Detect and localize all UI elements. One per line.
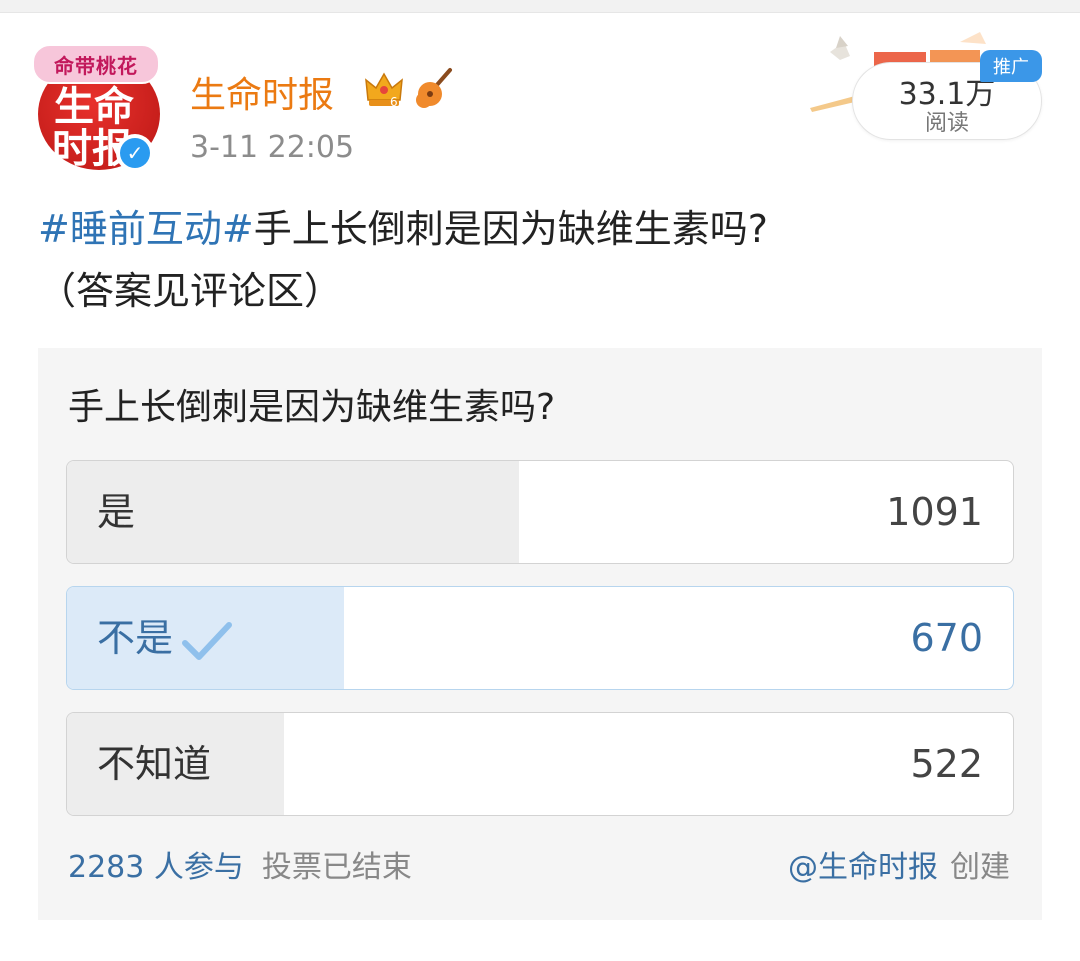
guitar-icon[interactable] (414, 66, 454, 110)
poll-option-label: 是 (97, 490, 136, 534)
poll-option-label: 不知道 (97, 742, 212, 786)
post-timestamp: 3-11 22:05 (190, 130, 355, 165)
top-divider (0, 0, 1080, 13)
poll-option-label: 不是 (97, 587, 233, 689)
poll-creator-link[interactable]: @生命时报 (788, 850, 938, 885)
poll-option-no[interactable]: 不是 670 (66, 586, 1014, 690)
post-body-note: （答案见评论区） (38, 269, 343, 313)
poll-footer-left: 2283 人参与 投票已结束 (68, 842, 412, 886)
post-body-text: 手上长倒刺是因为缺维生素吗? (253, 207, 768, 251)
crown-icon[interactable]: 6 (364, 70, 404, 108)
ad-tag[interactable]: 推广 (980, 50, 1042, 82)
poll-option-count: 522 (910, 742, 983, 786)
hashtag-link[interactable]: #睡前互动# (38, 207, 254, 251)
poll-card: 手上长倒刺是因为缺维生素吗? 是 1091 不是 670 不知道 522 228… (38, 348, 1042, 920)
post-body: #睡前互动#手上长倒刺是因为缺维生素吗? （答案见评论区） (38, 198, 1038, 322)
read-label: 阅读 (924, 111, 969, 136)
poll-footer-right: @生命时报 创建 (788, 842, 1010, 886)
poll-option-yes[interactable]: 是 1091 (66, 460, 1014, 564)
poll-option-count: 670 (910, 616, 983, 660)
poll-participants[interactable]: 2283 人参与 (68, 850, 244, 885)
poll-option-unknown[interactable]: 不知道 522 (66, 712, 1014, 816)
poll-created-label: 创建 (950, 850, 1010, 885)
svg-text:6: 6 (390, 95, 398, 108)
author-name[interactable]: 生命时报 (190, 66, 334, 118)
checkmark-icon (182, 621, 233, 660)
poll-option-count: 1091 (886, 490, 983, 534)
poll-status: 投票已结束 (261, 850, 412, 885)
poll-question: 手上长倒刺是因为缺维生素吗? (68, 387, 556, 428)
verified-badge-icon: ✓ (116, 134, 154, 172)
poll-option-label-text: 不是 (97, 616, 174, 660)
